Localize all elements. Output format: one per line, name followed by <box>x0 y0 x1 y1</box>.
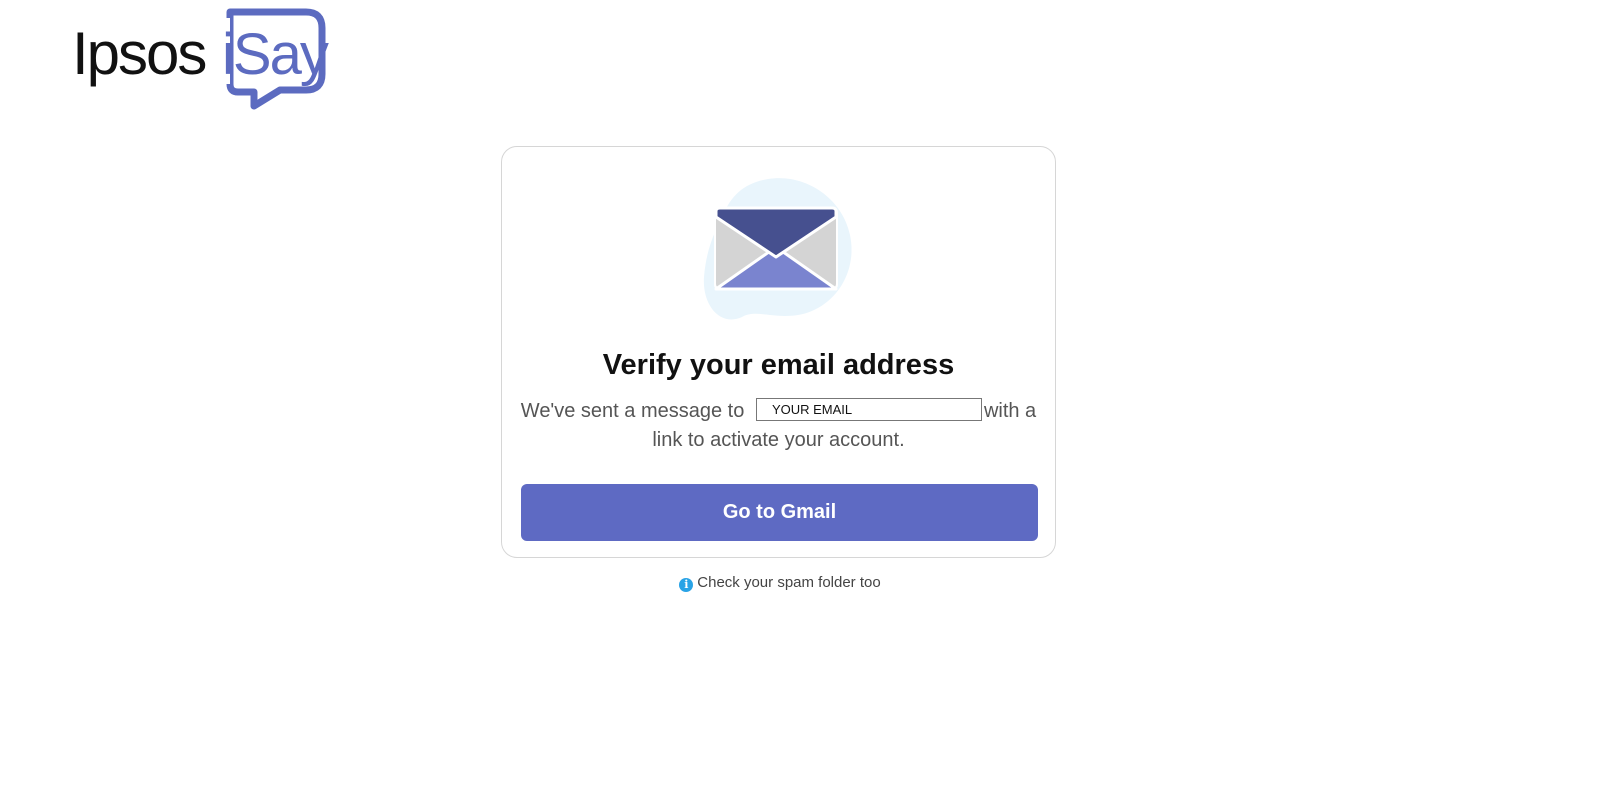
ipsos-isay-logo: Ipsos iSay <box>72 8 342 116</box>
go-to-gmail-button[interactable]: Go to Gmail <box>521 484 1038 541</box>
logo-isay-text: iSay <box>222 22 329 87</box>
envelope-icon <box>703 178 852 320</box>
logo-isay-mark: iSay <box>222 8 342 116</box>
page-title: Verify your email address <box>602 349 955 381</box>
verify-message: We've sent a message to YOUR EMAIL with a… <box>520 397 1037 455</box>
spam-hint: i Check your spam folder too <box>0 574 1560 592</box>
verify-email-page: Ipsos iSay Verify your email address We'… <box>0 0 1600 793</box>
spam-hint-text: Check your spam folder too <box>697 574 881 591</box>
verify-card: Verify your email address We've sent a m… <box>501 146 1056 558</box>
logo-ipsos-text: Ipsos <box>72 20 207 87</box>
email-field: YOUR EMAIL <box>755 398 982 422</box>
info-icon: i <box>679 578 694 592</box>
message-before: We've sent a message to <box>520 400 745 422</box>
